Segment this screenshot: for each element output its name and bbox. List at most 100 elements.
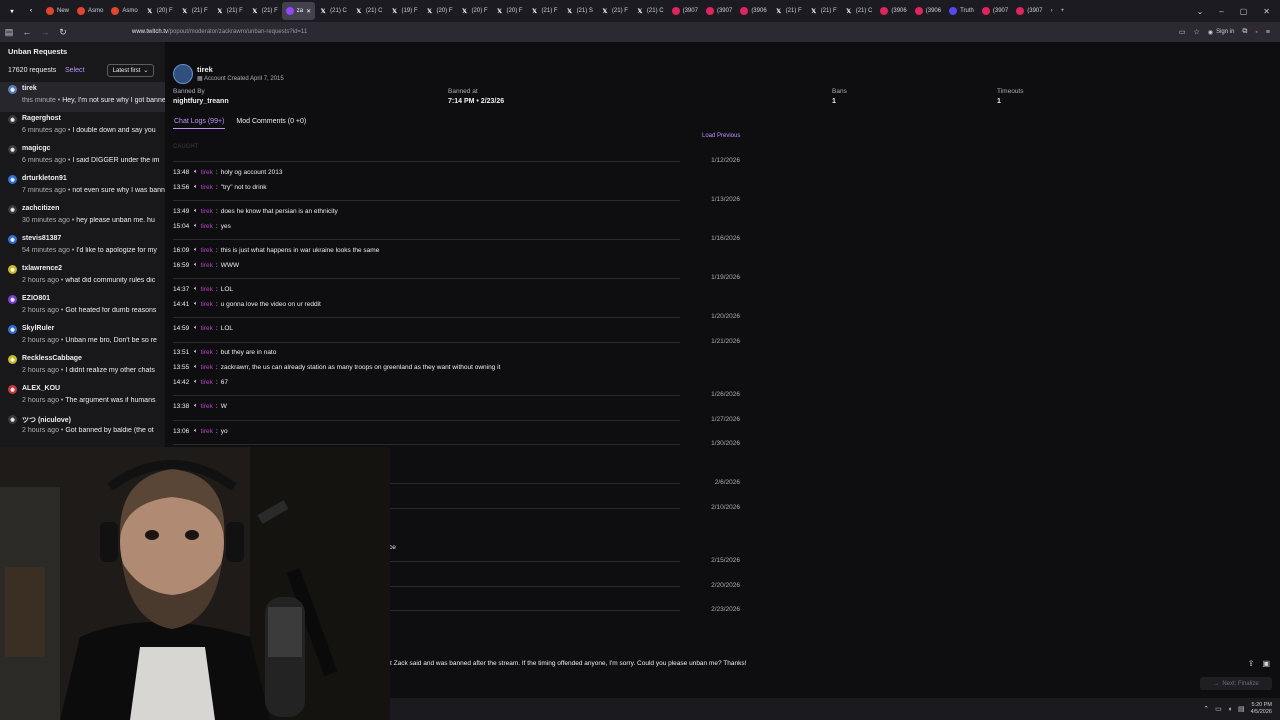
browser-tab[interactable]: (3907	[668, 2, 702, 20]
speaker-icon[interactable]: 🔈︎	[194, 223, 198, 230]
tab-chat-logs[interactable]: Chat Logs (99+)	[173, 118, 226, 129]
browser-tab[interactable]: (3906	[911, 2, 945, 20]
expand-icon[interactable]: ▣	[1262, 659, 1270, 668]
speaker-icon[interactable]: 🔈︎	[194, 169, 198, 176]
speaker-icon[interactable]: 🔈︎	[194, 184, 198, 191]
log-username[interactable]: tirek	[201, 379, 213, 386]
browser-tab[interactable]: 𝕏 (20) F	[142, 2, 177, 20]
speaker-icon[interactable]: 🔈︎	[194, 403, 198, 410]
log-username[interactable]: tirek	[201, 208, 213, 215]
menu-icon[interactable]: ≡	[1266, 29, 1270, 36]
speaker-icon[interactable]: 🔈︎	[194, 262, 198, 269]
browser-tab[interactable]: ‹	[23, 2, 42, 20]
tab-mod-comments[interactable]: Mod Comments (0 +0)	[235, 118, 307, 129]
network-icon[interactable]: ▤	[1238, 705, 1245, 713]
browser-tab[interactable]: 𝕏 (21) F	[212, 2, 247, 20]
tray-chevron-icon[interactable]: ⌃	[1203, 705, 1209, 713]
unban-request-item[interactable]: ◉ RecklessCabbage 2 hours ago • I didnt re…	[0, 352, 165, 382]
clock[interactable]: 5:20 PM 4/5/2026	[1251, 702, 1272, 716]
log-username[interactable]: tirek	[201, 403, 213, 410]
browser-tab[interactable]: 𝕏 (21) F	[771, 2, 806, 20]
display-icon[interactable]: ▭	[1215, 705, 1222, 713]
unban-request-item[interactable]: ◉ SkylRuler 2 hours ago • Unban me bro, Do…	[0, 322, 165, 352]
browser-tab[interactable]: Asmo	[73, 2, 107, 20]
browser-tab[interactable]: (3906	[876, 2, 910, 20]
speaker-icon[interactable]: 🔈︎	[194, 364, 198, 371]
unban-request-item[interactable]: ◉ ALEX_KOU 2 hours ago • The argument was …	[0, 382, 165, 412]
sort-dropdown[interactable]: Latest first ⌄	[107, 64, 154, 77]
browser-tab[interactable]: 𝕏 (21) C	[632, 2, 668, 20]
close-window-icon[interactable]: ✕	[1263, 7, 1270, 16]
select-button[interactable]: Select	[65, 67, 84, 74]
browser-tab[interactable]: 𝕏 (21) F	[177, 2, 212, 20]
log-username[interactable]: tirek	[201, 169, 213, 176]
browser-tab[interactable]: za ✕	[281, 2, 316, 20]
speaker-icon[interactable]: 🔈︎	[194, 208, 198, 215]
speaker-icon[interactable]: 🔈︎	[194, 349, 198, 356]
speaker-icon[interactable]: 🔈︎	[194, 428, 198, 435]
tab-overflow-icon[interactable]: ⌄	[1197, 7, 1204, 16]
share-icon[interactable]: ⇪	[1248, 659, 1255, 668]
new-tab-icon[interactable]: +	[1057, 2, 1069, 20]
sidebar-toggle-icon[interactable]: ▤	[0, 27, 18, 38]
sign-in-button[interactable]: ◉ Sign in	[1208, 29, 1235, 36]
browser-tab[interactable]: 𝕏 (21) F	[527, 2, 562, 20]
browser-tab[interactable]: 𝕏 (21) C	[315, 2, 351, 20]
unban-request-item[interactable]: ◉ Ragerghost 6 minutes ago • I double down…	[0, 112, 165, 142]
extension-badge-icon[interactable]: ▪	[1255, 29, 1257, 36]
browser-tab[interactable]: 𝕏 (21) F	[597, 2, 632, 20]
unban-request-item[interactable]: ◉ tirek this minute • Hey, I'm not sure wh…	[0, 82, 165, 112]
unban-request-item[interactable]: ◉ ツつ (niculove) 2 hours ago • Got banned b…	[0, 412, 165, 442]
close-tab-icon[interactable]: ✕	[306, 8, 311, 15]
forward-icon[interactable]: →	[36, 27, 54, 37]
browser-tab[interactable]: 𝕏 (20) F	[422, 2, 457, 20]
log-username[interactable]: tirek	[201, 364, 213, 371]
browser-tab[interactable]: (3906	[736, 2, 770, 20]
browser-tab[interactable]: 𝕏 (21) F	[247, 2, 282, 20]
log-username[interactable]: tirek	[201, 349, 213, 356]
log-username[interactable]: tirek	[201, 428, 213, 435]
browser-tab[interactable]: 𝕏 (21) C	[841, 2, 877, 20]
maximize-icon[interactable]: ▢	[1240, 7, 1248, 16]
log-username[interactable]: tirek	[201, 223, 213, 230]
log-username[interactable]: tirek	[201, 184, 213, 191]
volume-icon[interactable]: ◖	[1228, 706, 1232, 713]
unban-request-item[interactable]: ◉ drturkleton91 7 minutes ago • not even s…	[0, 172, 165, 202]
unban-request-item[interactable]: ◉ stevis81387 54 minutes ago • I'd like to…	[0, 232, 165, 262]
unban-request-item[interactable]: ◉ zachcitizen 30 minutes ago • hey please …	[0, 202, 165, 232]
speaker-icon[interactable]: 🔈︎	[194, 247, 198, 254]
speaker-icon[interactable]: 🔈︎	[194, 301, 198, 308]
browser-tab[interactable]: 𝕏 (20) F	[492, 2, 527, 20]
next-tabs-icon[interactable]: ›	[1047, 2, 1057, 20]
back-icon[interactable]: ←	[18, 27, 36, 37]
browser-tab[interactable]: New	[42, 2, 73, 20]
speaker-icon[interactable]: 🔈︎	[194, 286, 198, 293]
speaker-icon[interactable]: 🔈︎	[194, 379, 198, 386]
browser-tab[interactable]: (3907	[702, 2, 736, 20]
browser-tab[interactable]: 𝕏 (19) F	[386, 2, 421, 20]
log-username[interactable]: tirek	[201, 325, 213, 332]
browser-tab[interactable]: Asmo	[107, 2, 141, 20]
unban-request-item[interactable]: ◉ magicgc 6 minutes ago • I said DIGGER un…	[0, 142, 165, 172]
browser-tab[interactable]: 𝕏 (20) F	[457, 2, 492, 20]
load-previous-link[interactable]: Load Previous	[702, 133, 740, 139]
reader-view-icon[interactable]: ▭	[1179, 28, 1186, 36]
browser-tab[interactable]: ▾	[4, 2, 23, 20]
unban-request-item[interactable]: ◉ EZIO801 2 hours ago • Got heated for dum…	[0, 292, 165, 322]
url-bar[interactable]: www.twitch.tv/popout/moderator/zackrawrn…	[132, 25, 1142, 39]
log-username[interactable]: tirek	[201, 286, 213, 293]
next-finalize-button[interactable]: → Next: Finalize	[1200, 677, 1272, 690]
browser-tab[interactable]: 𝕏 (21) F	[806, 2, 841, 20]
bookmark-star-icon[interactable]: ☆	[1194, 28, 1200, 36]
speaker-icon[interactable]: 🔈︎	[194, 325, 198, 332]
log-username[interactable]: tirek	[201, 247, 213, 254]
browser-tab[interactable]: (3907	[978, 2, 1012, 20]
unban-request-item[interactable]: ◉ txlawrence2 2 hours ago • what did commu…	[0, 262, 165, 292]
minimize-icon[interactable]: –	[1219, 7, 1223, 16]
extensions-icon[interactable]: ⧉	[1242, 28, 1247, 36]
log-username[interactable]: tirek	[201, 301, 213, 308]
reload-icon[interactable]: ↻	[54, 27, 72, 38]
log-username[interactable]: tirek	[201, 262, 213, 269]
browser-tab[interactable]: 𝕏 (21) C	[351, 2, 387, 20]
browser-tab[interactable]: (3907	[1012, 2, 1046, 20]
